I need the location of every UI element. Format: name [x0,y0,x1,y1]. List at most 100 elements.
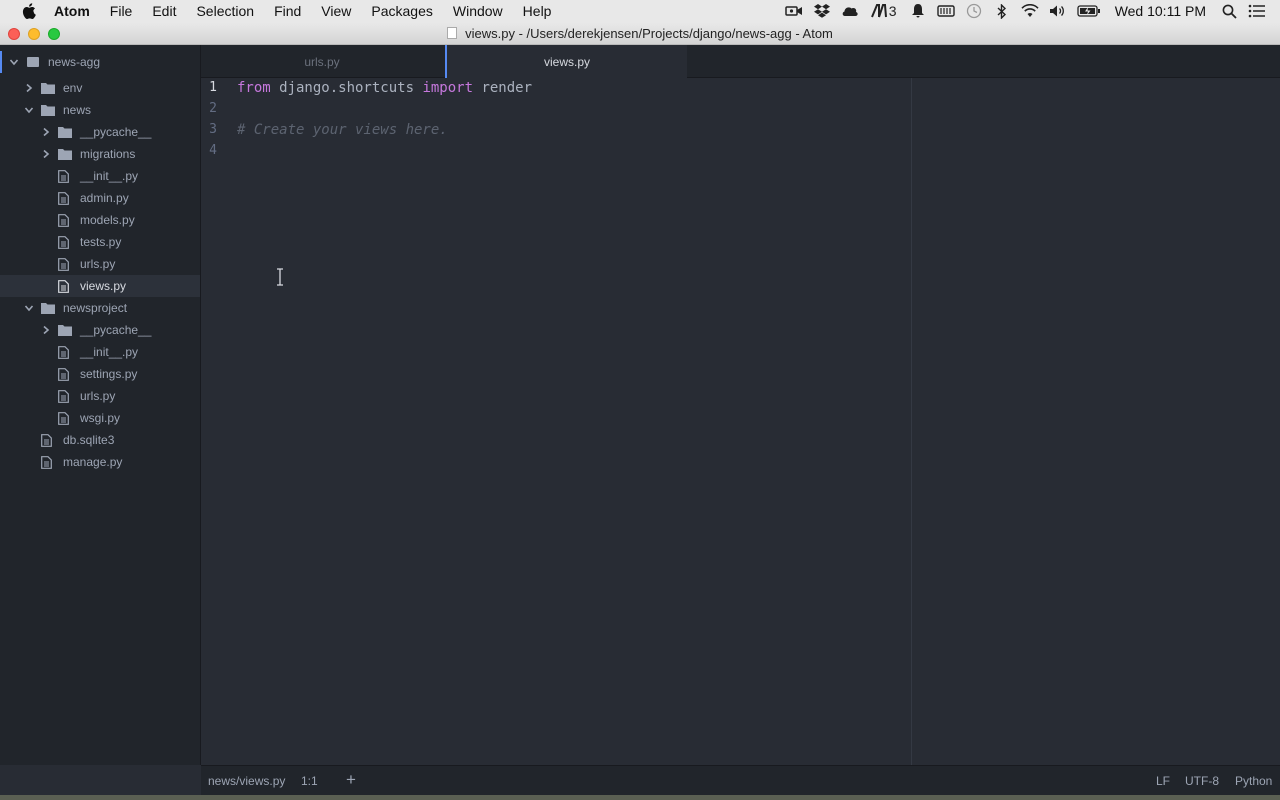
time-machine-icon[interactable] [965,3,983,19]
tree-item-tests[interactable]: tests.py [0,231,200,253]
window-maximize-button[interactable] [48,28,60,40]
tree-item-pycache[interactable]: __pycache__ [0,121,200,143]
tree-item-label: __pycache__ [80,125,152,139]
file-text-icon [41,433,55,447]
tree-item-views-selected[interactable]: views.py [0,275,200,297]
tab-urls[interactable]: urls.py [201,45,443,78]
tab-label: views.py [543,55,590,69]
tree-item-newsproject-urls[interactable]: urls.py [0,385,200,407]
menu-file[interactable]: File [110,0,133,22]
status-bar: news/views.py 1:1 + LF UTF-8 Python [201,765,1280,795]
menu-find[interactable]: Find [274,0,301,22]
document-proxy-icon[interactable] [447,27,458,39]
menu-view[interactable]: View [321,0,351,22]
video-camera-icon[interactable] [784,3,803,19]
text-cursor-ibeam-icon [277,268,283,286]
status-cursor-position[interactable]: 1:1 [301,774,318,788]
tree-item-pycache-2[interactable]: __pycache__ [0,319,200,341]
chevron-down-icon [8,56,20,68]
wifi-icon[interactable] [1021,3,1039,19]
chevron-right-icon [40,148,52,160]
window-minimize-button[interactable] [28,28,40,40]
tree-item-admin[interactable]: admin.py [0,187,200,209]
tree-item-label: manage.py [63,455,123,469]
notification-center-icon[interactable] [1248,3,1266,19]
tree-item-wsgi[interactable]: wsgi.py [0,407,200,429]
volume-icon[interactable] [1049,3,1067,19]
tree-item-models[interactable]: models.py [0,209,200,231]
tree-item-news-urls[interactable]: urls.py [0,253,200,275]
tree-item-news[interactable]: news [0,99,200,121]
file-text-icon [58,169,72,183]
line-number: 1 [209,80,217,95]
window-title: views.py - /Users/derekjensen/Projects/d… [465,25,833,41]
folder-icon [41,104,55,116]
tree-item-migrations[interactable]: migrations [0,143,200,165]
menu-edit[interactable]: Edit [152,0,176,22]
status-file-path[interactable]: news/views.py [208,774,285,788]
module-name: django.shortcuts [270,80,423,96]
status-encoding[interactable]: UTF-8 [1185,774,1219,788]
clock[interactable]: Wed 10:11 PM [1115,3,1206,19]
folder-icon [58,324,72,336]
desktop-strip [0,795,1280,800]
adobe-creative-cloud-icon[interactable]: 3 [869,3,899,19]
system-menu-bar: Atom File Edit Selection Find View Packa… [0,0,1280,22]
tree-item-label: db.sqlite3 [63,433,115,447]
spotlight-search-icon[interactable] [1220,3,1238,19]
memory-chip-icon[interactable] [936,3,955,19]
tree-root-news-agg[interactable]: news-agg [0,51,200,73]
menu-packages[interactable]: Packages [371,0,432,22]
bluetooth-icon[interactable] [993,3,1011,19]
tree-item-label: models.py [80,213,135,227]
menu-help[interactable]: Help [523,0,552,22]
tree-item-label: tests.py [80,235,122,249]
chevron-down-icon [23,104,35,116]
menu-selection[interactable]: Selection [196,0,254,22]
status-grammar[interactable]: Python [1235,774,1272,788]
line-number: 2 [209,101,217,116]
cloud-icon[interactable] [841,3,859,19]
wrap-guide [911,78,912,765]
status-line-ending[interactable]: LF [1156,774,1170,788]
tree-item-settings[interactable]: settings.py [0,363,200,385]
tree-item-label: __init__.py [80,169,139,183]
tree-item-news-init[interactable]: __init__.py [0,165,200,187]
code-editor[interactable]: 1 2 3 4 from django.shortcuts import ren… [201,78,1280,765]
code-line-1[interactable]: from django.shortcuts import render [237,80,532,96]
add-pane-button[interactable]: + [346,770,356,790]
chevron-right-icon [40,324,52,336]
file-text-icon [58,389,72,403]
apple-menu-icon[interactable] [20,3,38,19]
file-text-icon [58,191,72,205]
folder-icon [58,126,72,138]
tree-item-manage[interactable]: manage.py [0,451,200,473]
line-number: 4 [209,143,217,158]
battery-icon[interactable] [1077,3,1101,19]
file-text-icon [41,455,55,469]
tab-label: urls.py [304,54,340,69]
tree-view[interactable]: news-agg env news __pycache__ migrations… [0,45,201,765]
file-text-icon [58,279,72,293]
file-text-icon [58,213,72,227]
code-line-3-comment[interactable]: # Create your views here. [237,122,448,138]
keyword-import: import [422,80,474,96]
chevron-right-icon [23,82,35,94]
tree-item-env[interactable]: env [0,77,200,99]
tree-item-label: __init__.py [80,345,139,359]
window-close-button[interactable] [8,28,20,40]
tab-views-active[interactable]: views.py [445,45,687,79]
tree-item-label: wsgi.py [80,411,121,425]
tree-item-label: urls.py [80,389,116,403]
menu-window[interactable]: Window [453,0,503,22]
tree-item-label: views.py [80,279,127,293]
tree-item-db-sqlite3[interactable]: db.sqlite3 [0,429,200,451]
tree-item-newsproject[interactable]: newsproject [0,297,200,319]
menu-app-atom[interactable]: Atom [54,0,90,22]
tree-item-newsproject-init[interactable]: __init__.py [0,341,200,363]
tree-item-label: env [63,81,83,95]
dropbox-icon[interactable] [813,3,831,19]
chevron-right-icon [40,126,52,138]
import-name: render [473,80,533,96]
notification-bell-icon[interactable] [909,3,927,19]
